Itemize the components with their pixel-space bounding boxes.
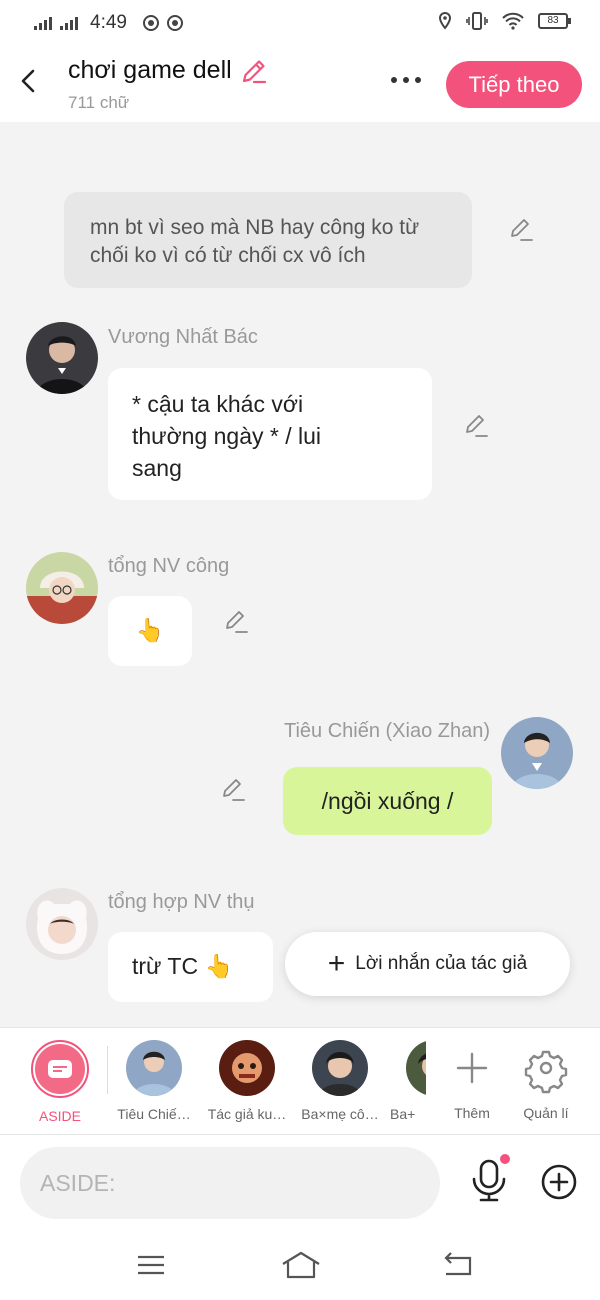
character-avatar — [406, 1040, 426, 1096]
message-bubble[interactable]: 👆 — [108, 596, 192, 666]
input-bar — [0, 1135, 600, 1230]
character-item[interactable]: Ba+ — [390, 1040, 426, 1122]
avatar[interactable] — [26, 888, 98, 960]
signal-icon — [34, 16, 52, 30]
character-item[interactable]: Ba×mẹ cô… — [296, 1040, 384, 1122]
manage-characters-button[interactable]: Quản lí — [502, 1040, 590, 1121]
microphone-icon[interactable] — [470, 1159, 508, 1203]
message-bubble[interactable]: trừ TC 👆 — [108, 932, 273, 1002]
location-icon — [438, 12, 452, 30]
character-avatar — [126, 1040, 182, 1096]
author-note-button[interactable]: + Lời nhắn của tác giả — [285, 932, 570, 996]
status-left: 4:49 — [34, 12, 183, 34]
message-bubble[interactable]: * cậu ta khác với thường ngày * / lui sa… — [108, 368, 432, 500]
message-line: thường ngày * / lui — [132, 423, 322, 449]
wifi-icon — [502, 12, 524, 30]
chat-area: mn bt vì seo mà NB hay công ko từ chối k… — [0, 122, 600, 1027]
edit-icon[interactable] — [223, 608, 249, 634]
speaker-name: tổng NV công — [108, 555, 230, 577]
edit-icon[interactable] — [508, 216, 534, 242]
speaker-name: Tiêu Chiến (Xiao Zhan) — [283, 720, 490, 742]
aside-icon — [48, 1060, 72, 1078]
chrome-icon — [166, 15, 183, 31]
notification-icon — [142, 15, 159, 31]
character-label: ASIDE — [38, 1108, 81, 1124]
character-avatar — [312, 1040, 368, 1096]
menu-icon[interactable] — [133, 1250, 169, 1280]
aside-message[interactable]: mn bt vì seo mà NB hay công ko từ chối k… — [64, 192, 472, 288]
character-bar: ASIDE Tiêu Chiế… Tác giả ku… Ba×mẹ cô… B… — [0, 1027, 600, 1135]
next-button[interactable]: Tiếp theo — [446, 61, 582, 108]
character-item[interactable]: Tác giả ku… — [203, 1040, 291, 1122]
status-bar: 4:49 83 — [0, 0, 600, 46]
home-icon[interactable] — [280, 1250, 322, 1280]
manage-label: Quản lí — [523, 1105, 569, 1121]
character-aside[interactable]: ASIDE — [16, 1040, 104, 1124]
back-nav-icon[interactable] — [440, 1250, 476, 1280]
status-right: 83 — [438, 12, 571, 30]
story-title[interactable]: chơi game dell — [68, 56, 232, 85]
message-line: * cậu ta khác với — [132, 391, 304, 417]
character-label: Tác giả ku… — [207, 1106, 287, 1122]
back-icon[interactable] — [14, 66, 44, 96]
signal-icon-2 — [60, 16, 78, 30]
character-label: Ba+ — [390, 1106, 416, 1122]
author-note-label: Lời nhắn của tác giả — [355, 953, 528, 974]
status-time: 4:49 — [90, 12, 127, 33]
vibrate-icon — [466, 12, 488, 30]
aside-avatar — [31, 1040, 89, 1098]
word-count: 711 chữ — [68, 93, 130, 112]
character-avatar — [219, 1040, 275, 1096]
character-label: Ba×mẹ cô… — [301, 1106, 379, 1122]
battery-icon: 83 — [538, 13, 571, 29]
character-label: Tiêu Chiế… — [117, 1106, 191, 1122]
character-item[interactable]: Tiêu Chiế… — [110, 1040, 198, 1122]
gear-icon — [524, 1050, 568, 1094]
message-line: sang — [132, 455, 182, 481]
add-icon[interactable] — [540, 1163, 578, 1201]
speaker-name: Vương Nhất Bác — [108, 326, 258, 348]
message-input[interactable] — [20, 1147, 440, 1219]
more-options-icon[interactable] — [386, 70, 426, 90]
edit-icon[interactable] — [463, 412, 489, 438]
plus-icon — [456, 1052, 488, 1084]
message-bubble[interactable]: /ngồi xuống / — [283, 767, 492, 835]
divider — [107, 1046, 108, 1094]
avatar[interactable] — [501, 717, 573, 789]
avatar[interactable] — [26, 322, 98, 394]
edit-icon[interactable] — [220, 776, 246, 802]
avatar[interactable] — [26, 552, 98, 624]
title-row: chơi game dell — [68, 56, 268, 85]
notification-dot — [500, 1154, 510, 1164]
header: chơi game dell 711 chữ Tiếp theo — [0, 46, 600, 122]
speaker-name: tổng hợp NV thụ — [108, 891, 255, 913]
plus-icon: + — [327, 947, 346, 980]
edit-title-icon[interactable] — [240, 57, 268, 85]
navigation-bar — [0, 1230, 600, 1300]
